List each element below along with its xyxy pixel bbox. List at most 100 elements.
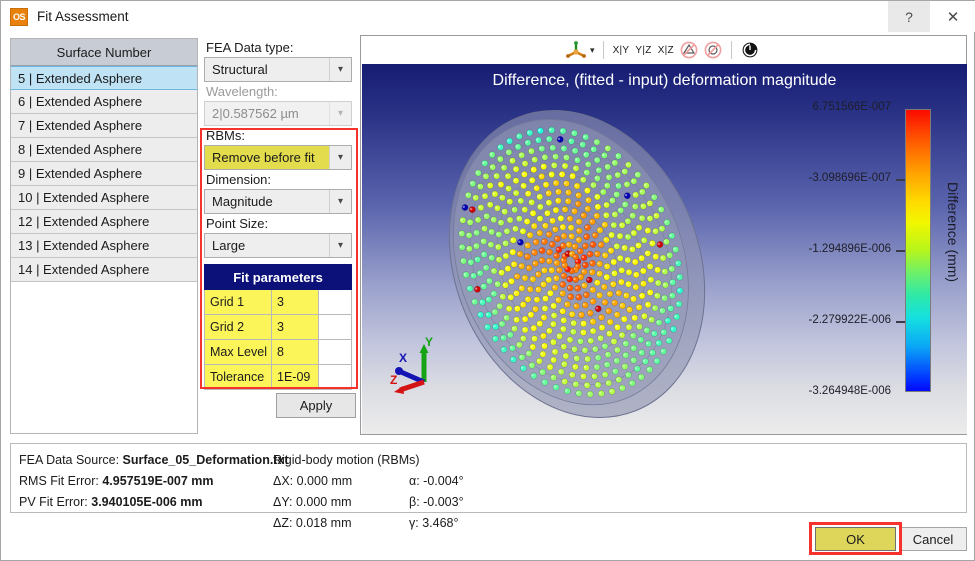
- fit-param-value[interactable]: 3: [272, 290, 319, 315]
- controls-panel: FEA Data type: Structural ▾ Wavelength: …: [204, 38, 356, 390]
- list-item[interactable]: 12 | Extended Asphere: [11, 210, 197, 234]
- apply-button[interactable]: Apply: [276, 393, 356, 418]
- colorbar-tick-label: 6.751566E-007: [812, 101, 891, 113]
- fit-param-spacer: [319, 340, 352, 365]
- fit-param-value[interactable]: 3: [272, 315, 319, 340]
- point-size-select[interactable]: Large ▾: [204, 233, 352, 258]
- list-item[interactable]: 8 | Extended Asphere: [11, 138, 197, 162]
- colorbar-tick: [896, 179, 905, 181]
- list-item[interactable]: 13 | Extended Asphere: [11, 234, 197, 258]
- reset-view-icon[interactable]: [740, 40, 760, 60]
- fit-param-spacer: [319, 365, 352, 390]
- svg-text:X: X: [399, 351, 407, 365]
- fit-parameters-title: Fit parameters: [204, 264, 352, 290]
- rbm-dx: ΔX: 0.000 mm: [273, 471, 420, 492]
- fit-param-value[interactable]: 8: [272, 340, 319, 365]
- dimension-value: Magnitude: [205, 194, 329, 209]
- list-item[interactable]: 10 | Extended Asphere: [11, 186, 197, 210]
- table-row[interactable]: Max Level 8: [204, 340, 352, 365]
- close-icon[interactable]: ✕: [930, 1, 975, 32]
- cancel-button[interactable]: Cancel: [899, 527, 967, 551]
- rbm-title: Rigid-body motion (RBMs): [273, 450, 420, 471]
- rbm-dz: ΔZ: 0.018 mm: [273, 513, 420, 534]
- chevron-down-icon: ▾: [329, 102, 351, 125]
- 3d-scene[interactable]: Difference, (fitted - input) deformation…: [362, 64, 967, 434]
- fit-param-key: Tolerance: [204, 365, 272, 390]
- list-item[interactable]: 7 | Extended Asphere: [11, 114, 197, 138]
- view-plane-xy-button[interactable]: X|Y: [610, 45, 633, 56]
- list-item[interactable]: 9 | Extended Asphere: [11, 162, 197, 186]
- point-size-label: Point Size:: [206, 216, 356, 231]
- rbms-select[interactable]: Remove before fit ▾: [204, 145, 352, 170]
- rbm-dy: ΔY: 0.000 mm: [273, 492, 420, 513]
- table-row[interactable]: Tolerance 1E-09: [204, 365, 352, 390]
- rbm-column: Rigid-body motion (RBMs) ΔX: 0.000 mm ΔY…: [273, 450, 420, 534]
- chevron-down-icon[interactable]: ▾: [590, 45, 595, 56]
- dimension-label: Dimension:: [206, 172, 356, 187]
- fit-param-value[interactable]: 1E-09: [272, 365, 319, 390]
- wavelength-label: Wavelength:: [206, 84, 356, 99]
- view-plane-xz-button[interactable]: X|Z: [655, 45, 677, 56]
- colorbar-axis-title: Difference (mm): [945, 182, 961, 282]
- viewport-toolbar: ▾ X|Y Y|Z X|Z: [361, 36, 966, 64]
- fit-assessment-window: OS Fit Assessment ? ✕ Surface Number 5 |…: [0, 0, 975, 561]
- rbms-value: Remove before fit: [205, 150, 329, 165]
- rbms-label: RBMs:: [206, 128, 356, 143]
- help-button[interactable]: ?: [888, 1, 930, 32]
- fea-data-type-label: FEA Data type:: [206, 40, 356, 55]
- no-shading-icon[interactable]: [703, 40, 723, 60]
- info-panel: FEA Data Source: Surface_05_Deformation.…: [10, 443, 967, 513]
- rbm-alpha: α: -0.004°: [409, 471, 464, 492]
- colorbar-tick-label: -2.279922E-006: [809, 314, 891, 326]
- data-source-line: FEA Data Source: Surface_05_Deformation.…: [19, 450, 289, 471]
- surface-list-panel: Surface Number 5 | Extended Asphere 6 | …: [10, 38, 198, 434]
- fit-param-spacer: [319, 290, 352, 315]
- surface-list[interactable]: 5 | Extended Asphere 6 | Extended Aspher…: [11, 66, 197, 282]
- toolbar-divider: [603, 41, 604, 59]
- chevron-down-icon: ▾: [329, 234, 351, 257]
- svg-text:Z: Z: [390, 373, 397, 387]
- rbm-angles-column: α: -0.004° β: -0.003° γ: 3.468°: [409, 471, 464, 534]
- colorbar-tick: [896, 321, 905, 323]
- fea-data-type-select[interactable]: Structural ▾: [204, 57, 352, 82]
- rms-error-value: 4.957519E-007 mm: [102, 474, 213, 488]
- pv-error-line: PV Fit Error: 3.940105E-006 mm: [19, 492, 289, 513]
- toolbar-divider: [731, 41, 732, 59]
- rms-error-label: RMS Fit Error:: [19, 474, 99, 488]
- view-plane-yz-button[interactable]: Y|Z: [632, 45, 654, 56]
- fit-summary-column: FEA Data Source: Surface_05_Deformation.…: [19, 450, 289, 513]
- list-item[interactable]: 14 | Extended Asphere: [11, 258, 197, 282]
- fit-param-key: Grid 1: [204, 290, 272, 315]
- table-row[interactable]: Grid 2 3: [204, 315, 352, 340]
- view-orientation-group[interactable]: ▾: [565, 40, 597, 60]
- fit-param-key: Max Level: [204, 340, 272, 365]
- chevron-down-icon: ▾: [329, 190, 351, 213]
- viewport-panel: ▾ X|Y Y|Z X|Z: [360, 35, 967, 435]
- no-wireframe-icon[interactable]: [679, 40, 699, 60]
- colorbar-gradient: [905, 109, 931, 392]
- data-source-value: Surface_05_Deformation.txt: [123, 453, 289, 467]
- list-item[interactable]: 6 | Extended Asphere: [11, 90, 197, 114]
- window-title: Fit Assessment: [37, 9, 129, 24]
- title-bar: OS Fit Assessment ? ✕: [1, 1, 975, 32]
- colorbar-tick-label: -3.098696E-007: [809, 172, 891, 184]
- rbm-beta: β: -0.003°: [409, 492, 464, 513]
- chevron-down-icon: ▾: [329, 146, 351, 169]
- dimension-select[interactable]: Magnitude ▾: [204, 189, 352, 214]
- ok-button[interactable]: OK: [815, 527, 896, 551]
- wavelength-value: 2|0.587562 µm: [205, 106, 329, 121]
- colorbar: 6.751566E-007 -3.098696E-007 -1.294896E-…: [905, 109, 931, 392]
- chevron-down-icon: ▾: [329, 58, 351, 81]
- app-icon: OS: [10, 8, 28, 26]
- svg-text:Y: Y: [425, 335, 433, 349]
- surface-number-header: Surface Number: [11, 39, 197, 66]
- colorbar-tick: [896, 250, 905, 252]
- data-source-label: FEA Data Source:: [19, 453, 119, 467]
- axis-tripod-icon[interactable]: [565, 40, 587, 60]
- axis-triad: X Y Z: [384, 334, 454, 400]
- pv-error-label: PV Fit Error:: [19, 495, 88, 509]
- window-buttons: ? ✕: [888, 1, 975, 32]
- wavelength-select: 2|0.587562 µm ▾: [204, 101, 352, 126]
- table-row[interactable]: Grid 1 3: [204, 290, 352, 315]
- list-item[interactable]: 5 | Extended Asphere: [11, 66, 197, 90]
